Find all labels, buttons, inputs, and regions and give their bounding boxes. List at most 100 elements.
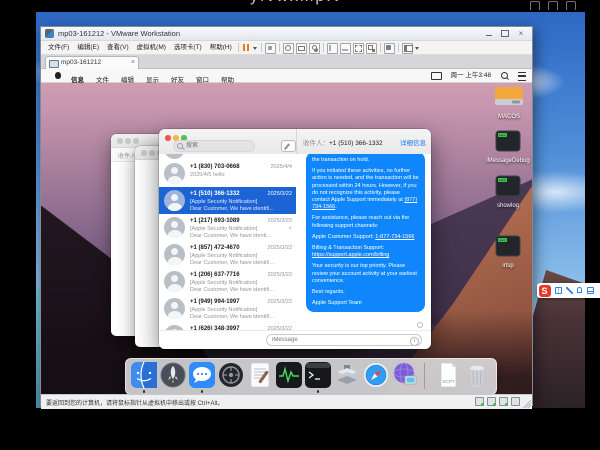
vm-tab[interactable]: mp03-161212 × [45, 56, 139, 69]
minimize-traffic-light[interactable] [125, 138, 131, 144]
apple-menu-icon[interactable] [55, 72, 61, 79]
cd-rom-icon[interactable] [487, 397, 496, 406]
close-traffic-light[interactable] [141, 150, 147, 156]
vmware-menu-1[interactable]: 文件(F) [44, 41, 73, 54]
vmware-menu-2[interactable]: 编辑(E) [73, 41, 103, 54]
fullscreen-icon[interactable] [353, 43, 364, 54]
dock-item-system-utility[interactable] [218, 362, 244, 388]
video-control-icon[interactable] [530, 1, 540, 10]
take-snapshot-icon[interactable] [296, 43, 307, 54]
close-button[interactable]: × [514, 29, 528, 38]
hard-disk-icon[interactable] [475, 397, 484, 406]
dropdown-caret[interactable] [253, 43, 258, 52]
dock-item-script-document[interactable]: SCPT [435, 362, 461, 388]
details-button[interactable]: 详细信息 [400, 137, 426, 147]
messages-toolbar[interactable]: 收件人：+1 (510) 366-1332 详细信息 [159, 129, 431, 155]
to-value: +1 (510) 366-1332 [329, 140, 383, 147]
vm-tab-close-icon[interactable]: × [131, 59, 135, 67]
notification-center-icon[interactable] [518, 72, 526, 81]
dropdown-caret[interactable] [415, 43, 420, 52]
macos-menu-7[interactable]: 帮助 [215, 74, 240, 87]
dock[interactable]: SCPT [125, 358, 497, 394]
vmware-menu-3[interactable]: 查看(V) [103, 41, 133, 54]
show-library-icon[interactable] [327, 43, 338, 54]
resize-grip[interactable] [523, 400, 531, 408]
close-traffic-light[interactable] [117, 138, 123, 144]
dock-item-activity-monitor[interactable] [276, 362, 302, 388]
conversation-list[interactable]: +1 (830) 703-06682025/4/42025/4/5 hello+… [159, 154, 296, 349]
audio-record-icon[interactable] [410, 337, 419, 346]
dock-divider [424, 363, 425, 389]
video-control-icon[interactable] [566, 1, 576, 10]
search-input[interactable] [173, 140, 255, 152]
compose-button[interactable] [281, 140, 296, 152]
avatar [164, 271, 185, 292]
desktop-icon-MACOS[interactable]: MACOS [477, 86, 532, 120]
keyboard-icon[interactable] [587, 287, 594, 294]
grid-icon[interactable] [555, 287, 562, 294]
dock-item-textedit[interactable] [247, 362, 273, 388]
unity-icon[interactable] [366, 43, 377, 54]
message-log-icon[interactable] [511, 397, 520, 406]
vmware-titlebar[interactable]: mp03-161212 - VMware Workstation × [41, 27, 532, 41]
close-traffic-light[interactable] [165, 135, 171, 141]
bubble-link[interactable]: https://support.apple.com/billing [312, 252, 389, 258]
conversation-row[interactable]: +1 (830) 703-06682025/4/42025/4/5 hello [159, 160, 296, 187]
conversation-row[interactable]: +1 (857) 472-46702025/3/22[Apple Securit… [159, 241, 296, 268]
dock-item-terminal[interactable] [305, 362, 331, 388]
network-adapter-icon[interactable] [499, 397, 508, 406]
macos-menu-3[interactable]: 编辑 [115, 74, 140, 87]
video-control-icon[interactable] [548, 1, 558, 10]
pen-icon[interactable] [566, 287, 573, 294]
message-input[interactable] [266, 334, 422, 346]
mic-icon[interactable] [577, 287, 582, 293]
send-key-icon[interactable] [265, 43, 276, 54]
menubar-clock[interactable]: 周一 上午3:48 [451, 69, 491, 82]
conversation-date: 2025/3/22 [268, 218, 292, 224]
avatar [164, 154, 185, 159]
dock-item-launchpad[interactable] [160, 362, 186, 388]
bubble-link[interactable]: 1-877-734-1566 [375, 234, 414, 240]
conversation-row[interactable]: +1 (949) 994-19972025/3/22[Apple Securit… [159, 295, 296, 322]
vmware-menu-4[interactable]: 虚拟机(M) [133, 41, 170, 54]
conversation-row[interactable]: +1 (217) 693-10892025/3/22[Apple Securit… [159, 214, 296, 241]
desktop-icon-iMessageDebug[interactable]: execiMessageDebug [476, 130, 532, 164]
desktop-icon-irtsp[interactable]: execirtsp [476, 235, 532, 269]
console-view-icon[interactable] [384, 43, 395, 54]
macos-menu-5[interactable]: 好友 [165, 74, 190, 87]
sogou-toolbar[interactable]: S [537, 283, 600, 298]
manage-snapshots-icon[interactable] [309, 43, 320, 54]
conversation-row[interactable]: +1 (206) 637-77162025/3/22[Apple Securit… [159, 268, 296, 295]
display-icon[interactable] [431, 72, 442, 80]
spotlight-search-icon[interactable] [501, 72, 508, 79]
desktop-icon-label: irtsp [476, 263, 532, 269]
conversation-phone: +1 (206) 637-7716 [190, 272, 240, 278]
dock-item-finder[interactable] [131, 362, 157, 388]
vm-screen[interactable]: 信息文件编辑显示好友窗口帮助 周一 上午3:48 MACOS execiMessa… [41, 69, 532, 394]
macos-menu-6[interactable]: 窗口 [190, 74, 215, 87]
sogou-logo[interactable]: S [539, 285, 551, 297]
maximize-button[interactable] [498, 29, 512, 38]
chat-transcript[interactable]: the transaction on hold.If you initiated… [296, 154, 431, 330]
zoom-traffic-light[interactable] [133, 138, 139, 144]
row-close-icon[interactable]: × [288, 225, 292, 232]
desktop-icon-showlog[interactable]: execshowlog [476, 175, 532, 209]
layout-menu-icon[interactable] [402, 43, 413, 54]
macos-menu-2[interactable]: 文件 [90, 74, 115, 87]
thumbnail-bar-icon[interactable] [340, 43, 351, 54]
macos-menu-1[interactable]: 信息 [65, 74, 90, 87]
minimize-traffic-light[interactable] [149, 150, 155, 156]
dock-item-stacks[interactable] [334, 362, 360, 388]
vmware-menu-6[interactable]: 帮助(H) [206, 41, 236, 54]
conversation-row[interactable]: +1 (510) 366-13322025/3/22[Apple Securit… [159, 187, 296, 214]
dock-item-safari[interactable] [363, 362, 389, 388]
macos-menu-4[interactable]: 显示 [140, 74, 165, 87]
messages-window[interactable]: 收件人：+1 (510) 366-1332 详细信息 +1 (830) 703-… [159, 129, 431, 349]
pause-button[interactable] [242, 43, 251, 52]
dock-item-trash[interactable] [464, 362, 490, 388]
vmware-menu-5[interactable]: 选项卡(T) [170, 41, 206, 54]
minimize-button[interactable] [482, 29, 496, 38]
dock-item-messages[interactable] [189, 362, 215, 388]
clock-snapshot-icon[interactable] [283, 43, 294, 54]
dock-item-screen-sharing[interactable] [392, 362, 418, 388]
